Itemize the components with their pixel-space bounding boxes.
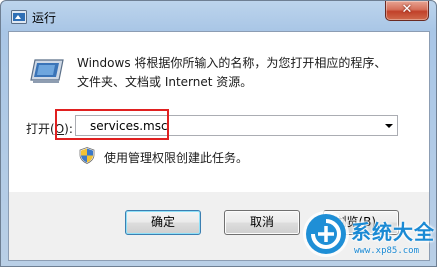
description-line-2: 文件夹、文档或 Internet 资源。 — [77, 75, 253, 89]
ok-button[interactable]: 确定 — [125, 210, 201, 235]
description-line-1: Windows 将根据你所输入的名称，为您打开相应的程序、 — [77, 56, 387, 70]
cancel-button[interactable]: 取消 — [224, 210, 300, 235]
watermark-title: 系统大全 — [351, 220, 435, 244]
run-icon — [30, 59, 64, 83]
title-bar[interactable]: 运行 ✕ — [1, 1, 436, 31]
dropdown-arrow-icon[interactable] — [385, 124, 393, 128]
close-button[interactable]: ✕ — [385, 1, 429, 21]
description-text: Windows 将根据你所输入的名称，为您打开相应的程序、 文件夹、文档或 In… — [77, 54, 417, 92]
site-watermark: 系统大全 www.xp85.com — [302, 212, 437, 267]
dialog-content: Windows 将根据你所输入的名称，为您打开相应的程序、 文件夹、文档或 In… — [9, 32, 429, 192]
close-icon: ✕ — [401, 2, 413, 17]
annotation-highlight-box — [55, 109, 169, 140]
run-app-icon — [11, 10, 27, 24]
admin-privilege-note: 使用管理权限创建此任务。 — [104, 151, 249, 165]
watermark-url: www.xp85.com — [354, 246, 420, 256]
watermark-logo-icon — [306, 214, 346, 254]
uac-shield-icon — [79, 147, 95, 164]
window-title: 运行 — [32, 11, 57, 25]
